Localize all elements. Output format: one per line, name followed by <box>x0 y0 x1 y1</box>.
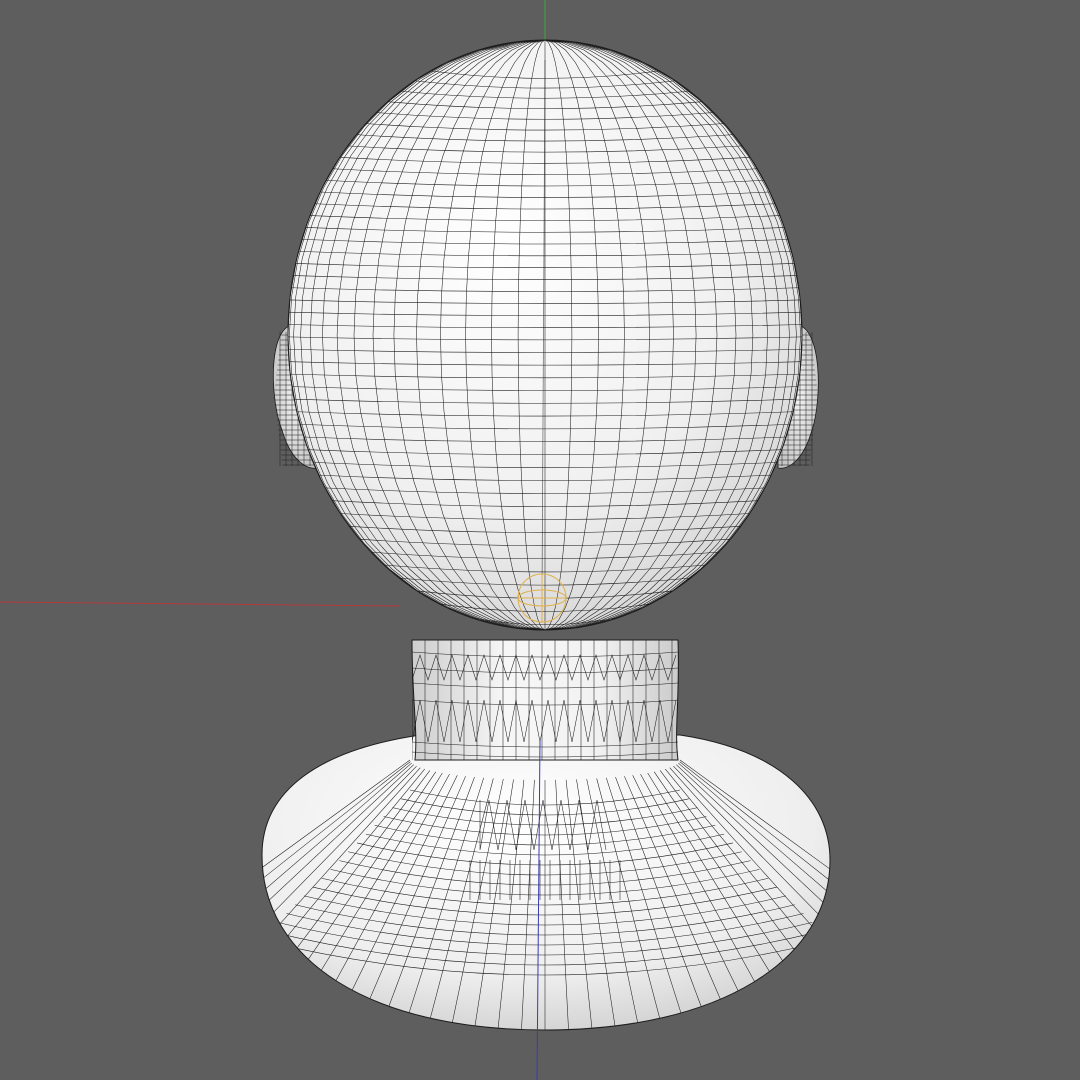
neck[interactable] <box>411 639 679 761</box>
viewport-canvas[interactable] <box>0 0 1080 1080</box>
3d-viewport[interactable] <box>0 0 1080 1080</box>
pivot-gizmo-icon[interactable] <box>517 573 567 623</box>
